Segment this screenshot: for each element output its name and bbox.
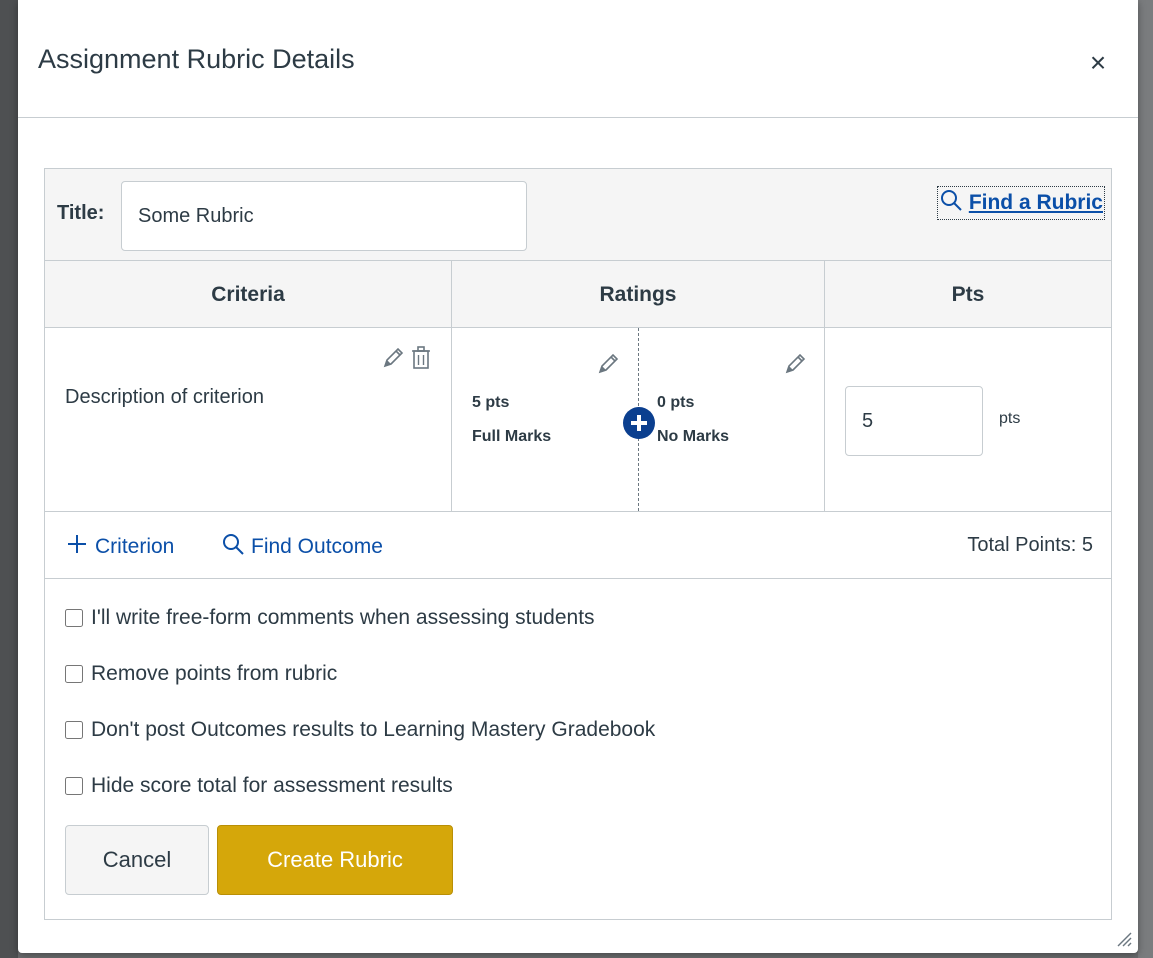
- points-suffix: pts: [999, 410, 1021, 427]
- edit-rating-pencil-icon[interactable]: [783, 350, 807, 378]
- add-criterion-label: Criterion: [95, 535, 175, 558]
- option-remove-points[interactable]: Remove points from rubric: [65, 662, 337, 686]
- rating-no-marks: 0 pts No Marks: [639, 328, 825, 511]
- rubric-editor: Title: Find a Rubric Criteria Ratings Pt…: [44, 168, 1112, 920]
- find-rubric-label: Find a Rubric: [968, 191, 1103, 214]
- hide-score-total-checkbox[interactable]: [65, 777, 83, 795]
- points-cell: pts: [825, 328, 1111, 511]
- plus-icon: [65, 532, 89, 562]
- option-label: Hide score total for assessment results: [91, 774, 453, 797]
- column-header-criteria: Criteria: [45, 261, 452, 328]
- rubric-table-header: Criteria Ratings Pts: [45, 261, 1111, 328]
- total-points: Total Points: 5: [967, 534, 1093, 556]
- edit-criterion-pencil-icon[interactable]: [381, 344, 405, 372]
- column-header-pts: Pts: [951, 282, 985, 306]
- background-left-edge: [0, 0, 18, 958]
- free-form-comments-checkbox[interactable]: [65, 609, 83, 627]
- modal-header: Assignment Rubric Details ×: [18, 0, 1138, 118]
- option-free-form-comments[interactable]: I'll write free-form comments when asses…: [65, 606, 595, 630]
- add-criterion-button[interactable]: Criterion: [65, 532, 174, 562]
- remove-points-checkbox[interactable]: [65, 665, 83, 683]
- search-icon: [221, 532, 245, 562]
- background-right-edge: [1138, 0, 1153, 958]
- option-dont-post-outcomes[interactable]: Don't post Outcomes results to Learning …: [65, 718, 655, 742]
- dont-post-outcomes-checkbox[interactable]: [65, 721, 83, 739]
- resize-handle-icon[interactable]: [1114, 929, 1132, 947]
- modal-title: Assignment Rubric Details: [38, 44, 355, 74]
- edit-rating-pencil-icon[interactable]: [596, 350, 620, 378]
- rubric-modal: Assignment Rubric Details × Title: Find …: [18, 0, 1138, 953]
- criterion-points-input[interactable]: [845, 386, 983, 456]
- search-icon: [939, 188, 963, 218]
- column-header-ratings: Ratings: [452, 261, 825, 328]
- rating-points: 5 pts: [472, 394, 510, 411]
- cancel-button[interactable]: Cancel: [65, 825, 209, 895]
- rating-points: 0 pts: [657, 394, 695, 411]
- ratings-cell: 5 pts Full Marks 0 pts No Marks: [452, 328, 825, 511]
- create-rubric-button[interactable]: Create Rubric: [217, 825, 453, 895]
- delete-criterion-trash-icon[interactable]: [409, 344, 433, 372]
- title-label: Title:: [57, 202, 105, 224]
- criterion-row: Description of criterion 5 pts Full Mark…: [45, 328, 1111, 512]
- rubric-title-row: Title: Find a Rubric: [45, 169, 1111, 261]
- option-label: I'll write free-form comments when asses…: [91, 606, 595, 629]
- rubric-footer-row: Criterion Find Outcome Total Points: 5: [45, 512, 1111, 579]
- criterion-actions: [381, 344, 433, 372]
- rating-full-marks: 5 pts Full Marks: [452, 328, 638, 511]
- rubric-title-input[interactable]: [121, 181, 527, 251]
- find-outcome-label: Find Outcome: [251, 535, 383, 558]
- find-outcome-button[interactable]: Find Outcome: [221, 532, 383, 562]
- option-hide-score-total[interactable]: Hide score total for assessment results: [65, 774, 453, 798]
- find-rubric-link[interactable]: Find a Rubric: [936, 186, 1106, 220]
- rating-description: No Marks: [657, 428, 730, 445]
- option-label: Remove points from rubric: [91, 662, 338, 685]
- rating-description: Full Marks: [472, 428, 552, 445]
- option-label: Don't post Outcomes results to Learning …: [91, 718, 656, 741]
- add-rating-plus-icon[interactable]: [623, 407, 655, 439]
- criterion-cell: Description of criterion: [45, 328, 452, 511]
- close-icon[interactable]: ×: [1084, 49, 1112, 78]
- criterion-description: Description of criterion: [65, 386, 264, 408]
